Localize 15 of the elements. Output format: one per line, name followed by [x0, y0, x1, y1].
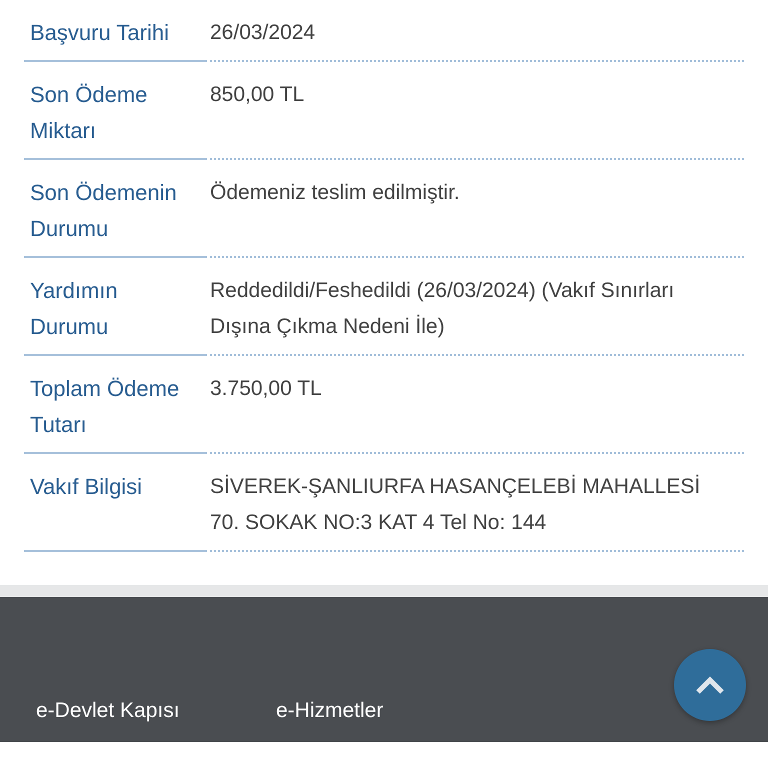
field-label: Son Ödemenin Durumu — [24, 160, 205, 258]
field-value: Ödemeniz teslim edilmiştir. — [205, 160, 744, 258]
footer-heading[interactable]: e-Devlet Kapısı — [36, 694, 276, 726]
field-value: 850,00 TL — [205, 62, 744, 160]
field-value: SİVEREK-ŞANLIURFA HASANÇELEBİ MAHALLESİ 70. SOKAK NO:3 KAT 4 Tel No: 144 — [205, 454, 744, 552]
chevron-up-icon — [695, 675, 725, 695]
field-label: Yardımın Durumu — [24, 258, 205, 356]
field-value: 26/03/2024 — [205, 0, 744, 62]
field-label: Vakıf Bilgisi — [24, 454, 205, 552]
field-label: Son Ödeme Miktarı — [24, 62, 205, 160]
footer-heading[interactable]: e-Hizmetler — [276, 694, 516, 726]
field-label: Toplam Ödeme Tutarı — [24, 356, 205, 454]
field-value: Reddedildi/Feshedildi (26/03/2024) (Vakıf Sınırları Dışına Çıkma Nedeni İle) — [205, 258, 744, 356]
field-value: 3.750,00 TL — [205, 356, 744, 454]
field-label: Başvuru Tarihi — [24, 0, 205, 62]
